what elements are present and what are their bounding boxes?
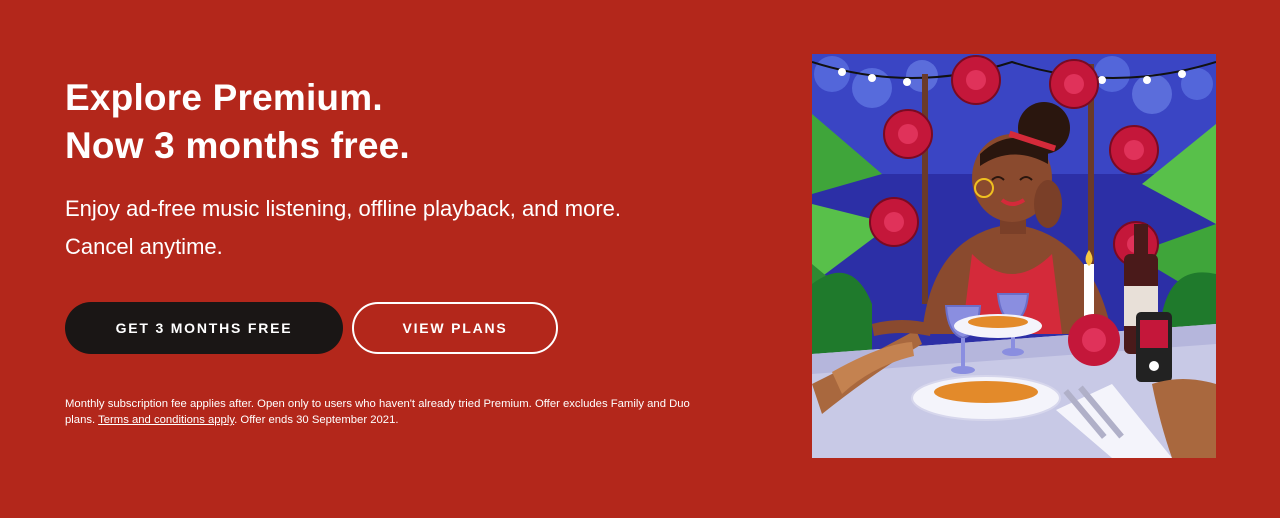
subline-line-1: Enjoy ad-free music listening, offline p… bbox=[65, 196, 621, 221]
dinner-illustration-image bbox=[812, 54, 1216, 458]
hero-headline: Explore Premium. Now 3 months free. bbox=[65, 74, 745, 170]
headline-line-2: Now 3 months free. bbox=[65, 125, 410, 166]
premium-illustration bbox=[812, 54, 1216, 458]
subline-line-2: Cancel anytime. bbox=[65, 234, 223, 259]
premium-hero-banner: Explore Premium. Now 3 months free. Enjo… bbox=[0, 0, 1280, 518]
hero-copy: Explore Premium. Now 3 months free. Enjo… bbox=[65, 74, 745, 428]
cta-row: GET 3 MONTHS FREE VIEW PLANS bbox=[65, 302, 745, 354]
view-plans-button[interactable]: VIEW PLANS bbox=[352, 302, 558, 354]
fineprint-end: . Offer ends 30 September 2021. bbox=[234, 414, 399, 426]
offer-fineprint: Monthly subscription fee applies after. … bbox=[65, 396, 705, 428]
terms-and-conditions-link[interactable]: Terms and conditions apply bbox=[98, 414, 234, 426]
get-3-months-free-button[interactable]: GET 3 MONTHS FREE bbox=[65, 302, 343, 354]
headline-line-1: Explore Premium. bbox=[65, 77, 383, 118]
hero-subline: Enjoy ad-free music listening, offline p… bbox=[65, 190, 745, 266]
